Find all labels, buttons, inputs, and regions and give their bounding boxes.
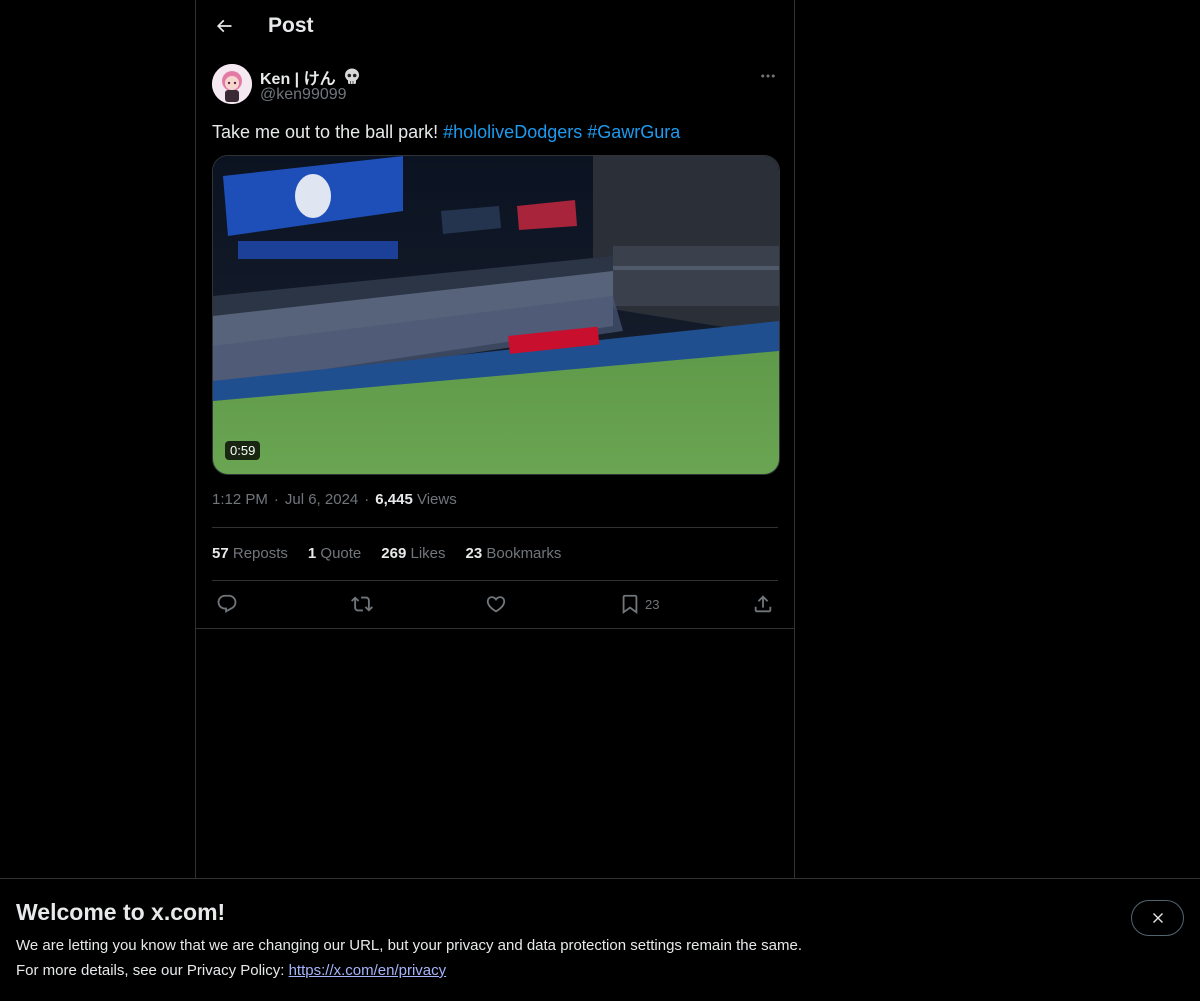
url-change-banner: Welcome to x.com! We are letting you kno…	[0, 878, 1200, 1001]
more-icon	[761, 74, 775, 78]
close-banner-button[interactable]	[1131, 900, 1184, 936]
privacy-policy-link[interactable]: https://x.com/en/privacy	[289, 962, 447, 979]
banner-title: Welcome to x.com!	[16, 899, 226, 925]
action-bar: 23	[196, 582, 794, 626]
likes-stat[interactable]: 269 Likes	[381, 545, 445, 562]
skull-icon	[344, 68, 359, 84]
bookmark-icon	[622, 594, 638, 615]
post-text-body: Take me out to the ball park!	[212, 122, 444, 142]
divider	[196, 628, 794, 629]
divider	[212, 580, 778, 581]
author-handle[interactable]: @ken99099	[260, 86, 347, 104]
page-header: Post	[196, 0, 794, 54]
more-options-button[interactable]	[752, 64, 784, 88]
post-date[interactable]: Jul 6, 2024	[285, 491, 358, 508]
bookmark-count: 23	[645, 596, 660, 612]
video-duration: 0:59	[225, 441, 261, 460]
bookmark-button[interactable]: 23	[619, 582, 659, 626]
main-column: Post Ken | けん @ken99099 Take me out to t…	[195, 0, 795, 878]
repost-icon	[351, 596, 373, 612]
banner-message: We are letting you know that we are chan…	[16, 937, 802, 954]
avatar-image	[212, 64, 252, 104]
banner-policy-line: For more details, see our Privacy Policy…	[16, 962, 446, 979]
repost-button[interactable]	[351, 582, 373, 626]
share-button[interactable]	[752, 582, 774, 626]
reposts-stat[interactable]: 57 Reposts	[212, 545, 288, 562]
views-count: 6,445	[375, 491, 413, 508]
post-time[interactable]: 1:12 PM	[212, 491, 268, 508]
post-meta: 1:12 PM · Jul 6, 2024 · 6,445 Views	[212, 491, 457, 508]
back-button[interactable]	[206, 8, 242, 44]
avatar[interactable]	[212, 64, 252, 104]
share-icon	[754, 595, 772, 613]
reply-button[interactable]	[216, 582, 238, 626]
bookmarks-stat[interactable]: 23 Bookmarks	[466, 545, 562, 562]
divider	[212, 527, 778, 528]
engagement-stats: 57 Reposts 1 Quote 269 Likes 23 Bookmark…	[212, 545, 561, 562]
banner-policy-prefix: For more details, see our Privacy Policy…	[16, 962, 289, 979]
video-thumbnail	[213, 156, 779, 474]
arrow-left-icon	[216, 19, 232, 33]
reply-icon	[217, 594, 237, 613]
close-icon	[1152, 913, 1163, 923]
video-player[interactable]: 0:59	[212, 155, 780, 475]
quotes-stat[interactable]: 1 Quote	[308, 545, 361, 562]
heart-icon	[486, 596, 506, 613]
post-text: Take me out to the ball park! #hololiveD…	[212, 120, 680, 144]
views-label: Views	[416, 491, 457, 508]
page-title: Post	[268, 14, 314, 37]
hashtag-gawrgura[interactable]: #GawrGura	[587, 122, 680, 142]
hashtag-hololivedodgers[interactable]: #hololiveDodgers	[443, 122, 582, 142]
like-button[interactable]	[485, 582, 507, 626]
